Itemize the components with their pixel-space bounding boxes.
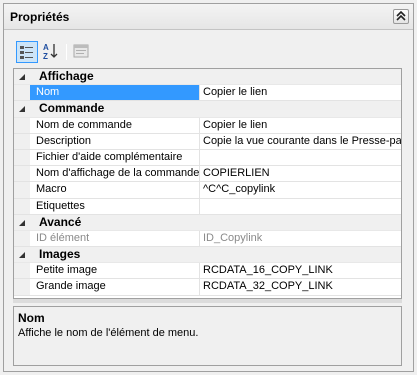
- properties-panel: Propriétés A Z Affichage Nom Copier le l…: [3, 3, 414, 372]
- row-gutter: [14, 230, 30, 247]
- category-label: Images: [39, 247, 81, 262]
- row-gutter: [14, 133, 30, 149]
- panel-titlebar: Propriétés: [4, 4, 413, 30]
- collapse-button[interactable]: [393, 9, 409, 24]
- property-value: ID_Copylink: [203, 231, 263, 244]
- row-gutter: [14, 166, 30, 182]
- category-row[interactable]: Avancé: [14, 214, 401, 231]
- category-gutter[interactable]: [14, 69, 30, 85]
- property-row[interactable]: ID élément ID_Copylink: [14, 230, 401, 248]
- property-row[interactable]: Nom Copier le lien: [14, 85, 401, 102]
- svg-text:Z: Z: [43, 52, 48, 61]
- row-gutter: [14, 182, 30, 198]
- description-title: Nom: [18, 311, 45, 325]
- alphabetical-sort-button[interactable]: A Z: [40, 41, 62, 63]
- horizontal-scrollbar[interactable]: [13, 299, 402, 303]
- property-value[interactable]: COPIERLIEN: [200, 166, 401, 181]
- property-value[interactable]: Copier le lien: [200, 118, 401, 133]
- property-row[interactable]: Grande image RCDATA_32_COPY_LINK: [14, 279, 401, 296]
- expanded-triangle-icon: [19, 219, 25, 226]
- categorized-view-button[interactable]: [16, 41, 38, 63]
- property-name[interactable]: Nom: [30, 85, 200, 101]
- description-pane: Nom Affiche le nom de l'élément de menu.: [13, 306, 402, 366]
- property-name[interactable]: Nom d'affichage de la commande: [30, 166, 200, 182]
- property-value[interactable]: RCDATA_16_COPY_LINK: [200, 263, 401, 278]
- property-row[interactable]: Description Copie la vue courante dans le…: [14, 133, 401, 150]
- property-pages-button[interactable]: [71, 41, 93, 63]
- property-value[interactable]: ^C^C_copylink: [200, 182, 401, 197]
- expanded-triangle-icon: [19, 106, 25, 113]
- row-gutter: [14, 149, 30, 166]
- category-label: Commande: [39, 101, 105, 116]
- property-row[interactable]: Nom de commande Copier le lien: [14, 117, 401, 134]
- property-name[interactable]: Petite image: [30, 263, 200, 279]
- property-value[interactable]: [200, 199, 401, 214]
- property-name[interactable]: Grande image: [30, 279, 200, 295]
- category-gutter[interactable]: [14, 214, 30, 230]
- row-gutter: [14, 117, 30, 133]
- property-row[interactable]: Petite image RCDATA_16_COPY_LINK: [14, 263, 401, 280]
- chevron-up-icon: [396, 11, 406, 21]
- category-row[interactable]: Commande: [14, 101, 401, 118]
- property-name[interactable]: Fichier d'aide complémentaire: [30, 149, 200, 166]
- category-row[interactable]: Images: [14, 247, 401, 264]
- property-row[interactable]: Fichier d'aide complémentaire: [14, 149, 401, 167]
- categorized-view-icon: [20, 46, 33, 59]
- row-gutter: [14, 198, 30, 214]
- property-value[interactable]: Copier le lien: [200, 85, 401, 100]
- property-name[interactable]: Etiquettes: [30, 198, 200, 214]
- description-text: Affiche le nom de l'élément de menu.: [18, 327, 199, 339]
- property-name[interactable]: Nom de commande: [30, 117, 200, 133]
- category-row[interactable]: Affichage: [14, 69, 401, 86]
- row-gutter: [14, 85, 30, 101]
- row-gutter: [14, 263, 30, 279]
- toolbar-separator: [66, 44, 67, 60]
- property-grid: Affichage Nom Copier le lien Commande Nom de…: [13, 68, 402, 299]
- property-value[interactable]: [200, 150, 401, 165]
- property-row[interactable]: Etiquettes: [14, 198, 401, 215]
- property-name[interactable]: Description: [30, 133, 200, 149]
- property-name[interactable]: ID élément: [30, 230, 200, 247]
- category-label: Avancé: [39, 214, 82, 229]
- expanded-triangle-icon: [19, 252, 25, 259]
- property-value[interactable]: RCDATA_32_COPY_LINK: [200, 279, 401, 294]
- svg-text:A: A: [43, 43, 49, 52]
- property-value[interactable]: Copie la vue courante dans le Presse-pap…: [200, 134, 401, 149]
- row-gutter: [14, 279, 30, 295]
- property-name[interactable]: Macro: [30, 182, 200, 198]
- expanded-triangle-icon: [19, 74, 25, 80]
- category-gutter[interactable]: [14, 101, 30, 117]
- property-row[interactable]: Macro ^C^C_copylink: [14, 182, 401, 199]
- category-label: Affichage: [39, 69, 94, 83]
- category-gutter[interactable]: [14, 247, 30, 263]
- properties-toolbar: A Z: [4, 41, 413, 65]
- panel-title: Propriétés: [10, 10, 70, 24]
- property-pages-icon: [73, 44, 89, 58]
- property-row[interactable]: Nom d'affichage de la commande COPIERLIEN: [14, 166, 401, 183]
- sort-az-icon: A Z: [43, 43, 58, 61]
